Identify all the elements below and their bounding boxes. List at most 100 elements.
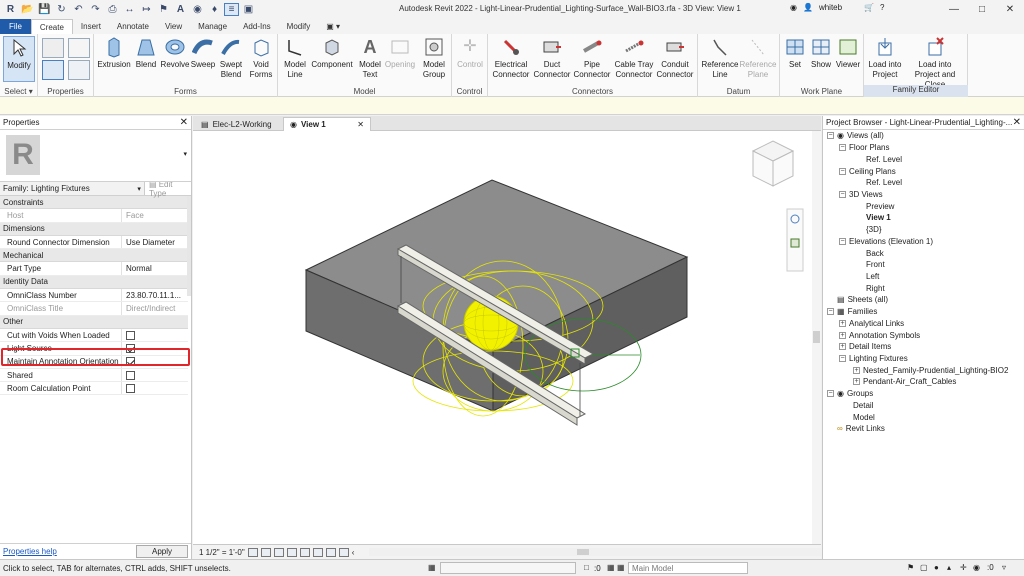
model-canvas[interactable] <box>193 131 821 544</box>
workset-dropdown[interactable] <box>440 562 576 574</box>
tree-preview[interactable]: Preview <box>866 201 894 212</box>
category-dimensions[interactable]: Dimensions <box>0 222 188 236</box>
properties-icon[interactable] <box>42 60 64 80</box>
load-into-project-button[interactable]: Load into Project <box>866 36 904 80</box>
viewer-button[interactable]: Viewer <box>834 36 862 70</box>
cut-with-voids-checkbox[interactable] <box>126 330 135 340</box>
tag-icon[interactable]: ⚑ <box>156 3 171 16</box>
measure-icon[interactable]: ↔ <box>122 3 137 16</box>
set-button[interactable]: Set <box>782 36 808 70</box>
tree-annotation-symbols[interactable]: + Annotation Symbols <box>839 330 920 341</box>
binoculars-icon[interactable]: ◉ <box>790 3 797 12</box>
view-scale[interactable]: 1 1/2" = 1'-0" <box>199 548 245 557</box>
redo-icon[interactable]: ↷ <box>88 3 103 16</box>
room-calculation-point-checkbox[interactable] <box>126 383 135 393</box>
tree-sheets[interactable]: ▤ Sheets (all) <box>837 294 888 305</box>
project-browser-close-icon[interactable]: ✕ <box>1013 117 1021 128</box>
family-category-icon[interactable] <box>68 38 90 58</box>
open-icon[interactable]: 📂 <box>20 3 35 16</box>
sweep-button[interactable]: Sweep <box>190 36 216 70</box>
navigation-bar[interactable] <box>786 208 804 272</box>
drag-elements-icon[interactable]: ✛ <box>960 563 967 572</box>
family-types-icon[interactable] <box>42 38 64 58</box>
tab-elec-l2-working[interactable]: ▤ Elec-L2-Working <box>195 117 278 131</box>
cable-tray-connector-button[interactable]: Cable Tray Connector <box>612 36 656 80</box>
tree-groups[interactable]: − ◉ Groups <box>827 388 873 399</box>
close-icon[interactable]: ✕ <box>996 0 1024 19</box>
shadows-icon[interactable] <box>286 547 297 557</box>
category-mechanical[interactable]: Mechanical <box>0 249 188 263</box>
tab-view[interactable]: View <box>157 19 190 34</box>
minimize-icon[interactable]: — <box>940 0 968 19</box>
property-row-round-connector-dimension[interactable]: Round Connector Dimension Use Diameter <box>0 235 188 250</box>
category-other[interactable]: Other <box>0 315 188 329</box>
tree-model-group[interactable]: Model <box>853 412 875 423</box>
tab-modify[interactable]: Modify <box>279 19 319 34</box>
user-icon[interactable]: 👤 <box>803 3 813 12</box>
property-row-part-type[interactable]: Part Type Normal <box>0 262 188 276</box>
detail-level-icon[interactable] <box>247 547 258 557</box>
type-properties-icon[interactable] <box>68 60 90 80</box>
tree-right[interactable]: Right <box>866 283 885 294</box>
main-model-dropdown[interactable]: Main Model <box>628 562 748 574</box>
save-icon[interactable]: 💾 <box>37 3 52 16</box>
conduit-connector-button[interactable]: Conduit Connector <box>654 36 696 80</box>
select-by-face-icon[interactable]: ▴ <box>947 563 951 572</box>
viewport-horizontal-scrollbar[interactable] <box>369 548 821 556</box>
tree-families[interactable]: − ▦ Families <box>827 306 877 317</box>
select-pinned-icon[interactable]: ● <box>934 563 939 572</box>
tree-ref-level-floor[interactable]: Ref. Level <box>866 154 902 165</box>
electrical-connector-button[interactable]: Electrical Connector <box>490 36 532 80</box>
tab-file[interactable]: File <box>0 19 31 34</box>
maximize-icon[interactable]: □ <box>968 0 996 19</box>
thin-lines-icon[interactable]: ≡ <box>224 3 239 16</box>
cart-icon[interactable]: 🛒 <box>864 3 874 12</box>
properties-help-link[interactable]: Properties help <box>3 547 57 556</box>
void-forms-button[interactable]: Void Forms <box>246 36 276 80</box>
model-group-button[interactable]: Model Group <box>418 36 450 80</box>
properties-scrollbar[interactable] <box>187 196 191 296</box>
blend-button[interactable]: Blend <box>132 36 160 70</box>
tab-insert[interactable]: Insert <box>73 19 109 34</box>
modify-button[interactable]: Modify <box>3 36 35 82</box>
tree-left[interactable]: Left <box>866 271 879 282</box>
3d-view-icon[interactable]: ◉ <box>190 3 205 16</box>
tab-close-icon[interactable]: ✕ <box>357 120 364 129</box>
section-icon[interactable]: ♦ <box>207 3 222 16</box>
revolve-button[interactable]: Revolve <box>160 36 190 70</box>
undo-icon[interactable]: ↶ <box>71 3 86 16</box>
apply-button[interactable]: Apply <box>136 545 188 558</box>
switch-windows-icon[interactable]: ▣ <box>241 3 256 16</box>
tree-detail-group[interactable]: Detail <box>853 400 873 411</box>
property-row-omniclass-number[interactable]: OmniClass Number 23.80.70.11.1... <box>0 289 188 303</box>
tree-3d[interactable]: {3D} <box>866 224 882 235</box>
extrusion-button[interactable]: Extrusion <box>96 36 132 70</box>
design-options-toggle-icon[interactable]: ▦ <box>617 563 625 572</box>
tree-pendant-cables[interactable]: + Pendant-Air_Craft_Cables <box>853 376 956 387</box>
viewcube[interactable] <box>751 140 795 187</box>
tree-view-1[interactable]: View 1 <box>866 212 891 223</box>
component-button[interactable]: Component <box>310 36 354 70</box>
model-line-button[interactable]: Model Line <box>280 36 310 80</box>
select-underlay-icon[interactable]: ▢ <box>920 563 928 572</box>
crop-view-icon[interactable] <box>312 547 323 557</box>
tree-ceiling-plans[interactable]: − Ceiling Plans <box>839 166 896 177</box>
tab-create[interactable]: Create <box>30 19 73 34</box>
tab-add-ins[interactable]: Add-Ins <box>235 19 279 34</box>
swept-blend-button[interactable]: Swept Blend <box>216 36 246 80</box>
sun-path-icon[interactable] <box>273 547 284 557</box>
render-icon[interactable] <box>299 547 310 557</box>
show-button[interactable]: Show <box>808 36 834 70</box>
show-crop-icon[interactable] <box>325 547 336 557</box>
revit-logo-icon[interactable]: R <box>3 3 18 16</box>
sync-icon[interactable]: ↻ <box>54 3 69 16</box>
properties-close-icon[interactable]: ✕ <box>180 117 188 128</box>
print-icon[interactable]: ⎙ <box>105 3 120 16</box>
visual-style-icon[interactable] <box>260 547 271 557</box>
pipe-connector-button[interactable]: Pipe Connector <box>572 36 612 80</box>
type-selector-dropdown-icon[interactable]: ▾ <box>183 150 187 158</box>
design-options-icon[interactable]: ▦ <box>607 563 615 572</box>
tree-3d-views[interactable]: −3D Views <box>839 189 883 200</box>
category-identity-data[interactable]: Identity Data <box>0 275 188 290</box>
type-selector[interactable]: R ▾ <box>0 130 191 182</box>
